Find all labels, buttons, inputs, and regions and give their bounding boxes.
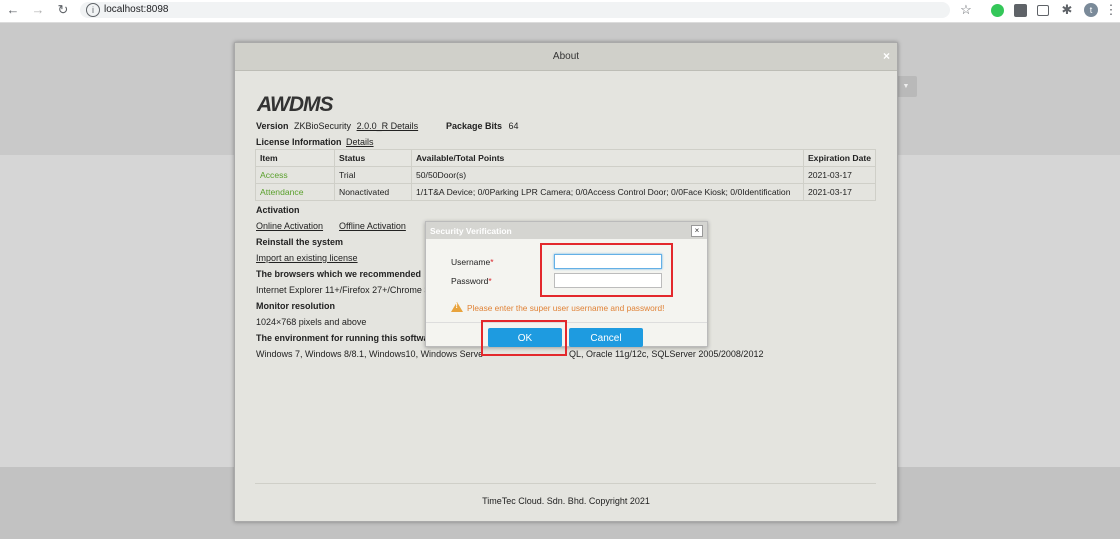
- row-expiration: 2021-03-17: [802, 166, 877, 184]
- activation-heading: Activation: [256, 205, 300, 215]
- version-product: ZKBioSecurity: [294, 121, 352, 131]
- security-dialog-title: Security Verification: [430, 226, 512, 236]
- bookmark-star-icon[interactable]: ☆: [959, 3, 973, 17]
- url-text[interactable]: localhost:8098: [104, 4, 169, 15]
- environment-heading: The environment for running this softwa: [256, 333, 429, 343]
- required-mark: *: [490, 257, 494, 267]
- credentials-highlight-box: [540, 243, 673, 297]
- browsers-text: Internet Explorer 11+/Firefox 27+/Chrome…: [256, 285, 430, 295]
- password-label-text: Password: [451, 276, 489, 286]
- license-table-header: Item Status Available/Total Points Expir…: [255, 149, 877, 167]
- copyright-footer: TimeTec Cloud. Sdn. Bhd. Copyright 2021: [482, 496, 650, 506]
- address-bar[interactable]: i localhost:8098: [80, 2, 950, 18]
- forward-arrow-icon[interactable]: →: [31, 3, 45, 17]
- table-row: Attendance Nonactivated 1/1T&A Device; 0…: [255, 183, 877, 201]
- monitor-text: 1024×768 pixels and above: [256, 317, 367, 327]
- environment-text-left: Windows 7, Windows 8/8.1, Windows10, Win…: [256, 349, 484, 359]
- import-license-link[interactable]: Import an existing license: [256, 253, 358, 263]
- camera-icon[interactable]: [1037, 5, 1049, 16]
- facebook-icon[interactable]: [1014, 4, 1027, 17]
- row-points: 50/50Door(s): [411, 166, 804, 184]
- table-row: Access Trial 50/50Door(s) 2021-03-17: [255, 166, 877, 184]
- browser-toolbar: ← → ↻ i localhost:8098 ☆ ✱ t ⋮: [0, 0, 1120, 23]
- ok-highlight-box: [481, 320, 567, 356]
- extension-green-icon[interactable]: [991, 4, 1004, 17]
- col-status: Status: [334, 149, 412, 167]
- menu-kebab-icon[interactable]: ⋮: [1104, 3, 1118, 17]
- awdms-logo: AWDMS: [257, 93, 333, 116]
- close-icon[interactable]: ×: [691, 225, 703, 237]
- col-expiration: Expiration Date: [802, 149, 877, 167]
- password-label: Password*: [451, 276, 492, 286]
- cancel-button[interactable]: Cancel: [569, 328, 643, 347]
- dropdown-chevron-icon: ▼: [895, 76, 917, 97]
- warning-icon-glyph: !: [455, 303, 458, 310]
- online-activation-link[interactable]: Online Activation: [256, 221, 323, 231]
- reload-icon[interactable]: ↻: [56, 3, 70, 17]
- version-label: Version: [256, 121, 289, 131]
- row-expiration: 2021-03-17: [802, 183, 877, 201]
- extensions-puzzle-icon[interactable]: ✱: [1060, 3, 1074, 17]
- license-info-row: License Information Details: [256, 137, 374, 147]
- warning-icon: !: [451, 302, 463, 312]
- col-item: Item: [255, 149, 335, 167]
- reinstall-heading: Reinstall the system: [256, 237, 344, 247]
- security-dialog-header: Security Verification ×: [426, 222, 707, 239]
- offline-activation-link[interactable]: Offline Activation: [339, 221, 406, 231]
- required-mark: *: [488, 276, 492, 286]
- row-item: Attendance: [255, 183, 335, 201]
- version-details-link[interactable]: 2.0.0_R Details: [357, 121, 419, 131]
- monitor-heading: Monitor resolution: [256, 301, 335, 311]
- environment-text-right: QL, Oracle 11g/12c, SQLServer 2005/2008/…: [569, 349, 764, 359]
- package-bits-row: Package Bits 64: [446, 121, 519, 131]
- license-details-link[interactable]: Details: [346, 137, 374, 147]
- about-dialog-title: About: [552, 51, 580, 62]
- col-points: Available/Total Points: [411, 149, 804, 167]
- version-row: Version ZKBioSecurity 2.0.0_R Details: [256, 121, 418, 131]
- username-label: Username*: [451, 257, 494, 267]
- package-bits-value: 64: [508, 121, 519, 131]
- back-arrow-icon[interactable]: ←: [6, 3, 20, 17]
- license-table: Item Status Available/Total Points Expir…: [255, 149, 877, 201]
- footer-divider: [255, 483, 876, 484]
- warning-message: Please enter the super user username and…: [467, 303, 665, 313]
- package-bits-label: Package Bits: [446, 121, 503, 131]
- about-dialog-header: About ×: [235, 43, 897, 71]
- license-info-label: License Information: [256, 137, 342, 147]
- browsers-heading: The browsers which we recommended: [256, 269, 422, 279]
- profile-avatar[interactable]: t: [1084, 3, 1098, 17]
- close-icon[interactable]: ×: [883, 49, 890, 63]
- username-label-text: Username: [451, 257, 491, 267]
- info-icon[interactable]: i: [86, 3, 100, 17]
- row-status: Nonactivated: [334, 183, 412, 201]
- row-status: Trial: [334, 166, 412, 184]
- row-points: 1/1T&A Device; 0/0Parking LPR Camera; 0/…: [411, 183, 804, 201]
- row-item: Access: [255, 166, 335, 184]
